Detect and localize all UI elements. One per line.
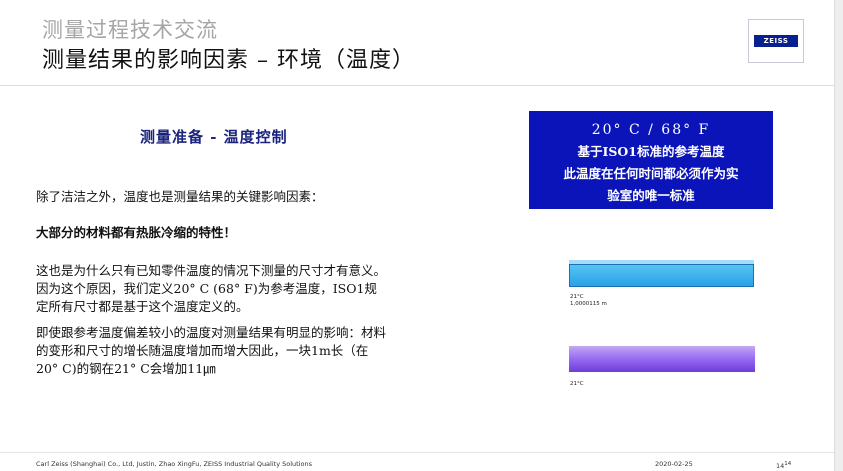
paragraph-line: 因为这个原因，我们定义20° C (68° F)为参考温度，ISO1规 xyxy=(36,281,377,296)
footer-company: Carl Zeiss (Shanghai) Co., Ltd, Justin, … xyxy=(36,460,312,468)
steel-bar-illustration xyxy=(569,264,754,287)
reference-temperature-box: 20° C / 68° F 基于ISO1标准的参考温度 此温度在任何时间都必须作… xyxy=(529,111,773,209)
paragraph-intro: 除了洁洁之外，温度也是测量结果的关键影响因素： xyxy=(36,189,324,204)
bar-temperature-label: 21°C xyxy=(570,381,584,387)
page-number-sup: 14 xyxy=(784,461,792,467)
slide-title: 测量结果的影响因素 – 环境（温度） xyxy=(42,48,415,73)
paragraph-line: 20° C)的钢在21° C会增加11㎛ xyxy=(36,361,216,376)
paragraph-line: 定所有尺寸都是基于这个温度定义的。 xyxy=(36,299,249,314)
paragraph-line: 这也是为什么只有已知零件温度的情况下测量的尺寸才有意义。 xyxy=(36,263,387,278)
paragraph-reference-temperature: 这也是为什么只有已知零件温度的情况下测量的尺寸才有意义。 因为这个原因，我们定义… xyxy=(36,262,386,316)
scrollbar[interactable] xyxy=(834,0,843,471)
heated-bar-illustration xyxy=(569,346,755,372)
infobox-line: 验室的唯一标准 xyxy=(607,188,695,203)
page-number: 1414 xyxy=(776,461,791,470)
infobox-line: 此温度在任何时间都必须作为实 xyxy=(563,166,739,181)
footer-divider xyxy=(0,452,835,453)
section-title: 测量准备 - 温度控制 xyxy=(140,128,288,146)
infobox-line: 基于ISO1标准的参考温度 xyxy=(577,144,725,159)
slide: 测量过程技术交流 测量结果的影响因素 – 环境（温度） ZEISS 测量准备 -… xyxy=(0,0,835,471)
bar-temperature-label: 21°C xyxy=(570,294,584,300)
zeiss-logo-text: ZEISS xyxy=(763,37,789,45)
paragraph-deviation-effect: 即使跟参考温度偏差较小的温度对测量结果有明显的影响：材料 的变形和尺寸的增长随温… xyxy=(36,324,386,378)
zeiss-logo: ZEISS xyxy=(748,19,804,63)
paragraph-line: 的变形和尺寸的增长随温度增加而增大因此，一块1m长（在 xyxy=(36,343,369,358)
header-divider xyxy=(0,85,835,86)
paragraph-line: 即使跟参考温度偏差较小的温度对测量结果有明显的影响：材料 xyxy=(36,325,387,340)
footer-date: 2020-02-25 xyxy=(655,460,693,468)
slide-subtitle: 测量过程技术交流 xyxy=(42,18,218,42)
bar-length-label: 1,0000115 m xyxy=(570,301,607,307)
infobox-temperature: 20° C / 68° F xyxy=(591,122,711,138)
zeiss-logo-band: ZEISS xyxy=(754,35,798,47)
paragraph-thermal-expansion: 大部分的材料都有热胀冷缩的特性！ xyxy=(36,225,237,240)
